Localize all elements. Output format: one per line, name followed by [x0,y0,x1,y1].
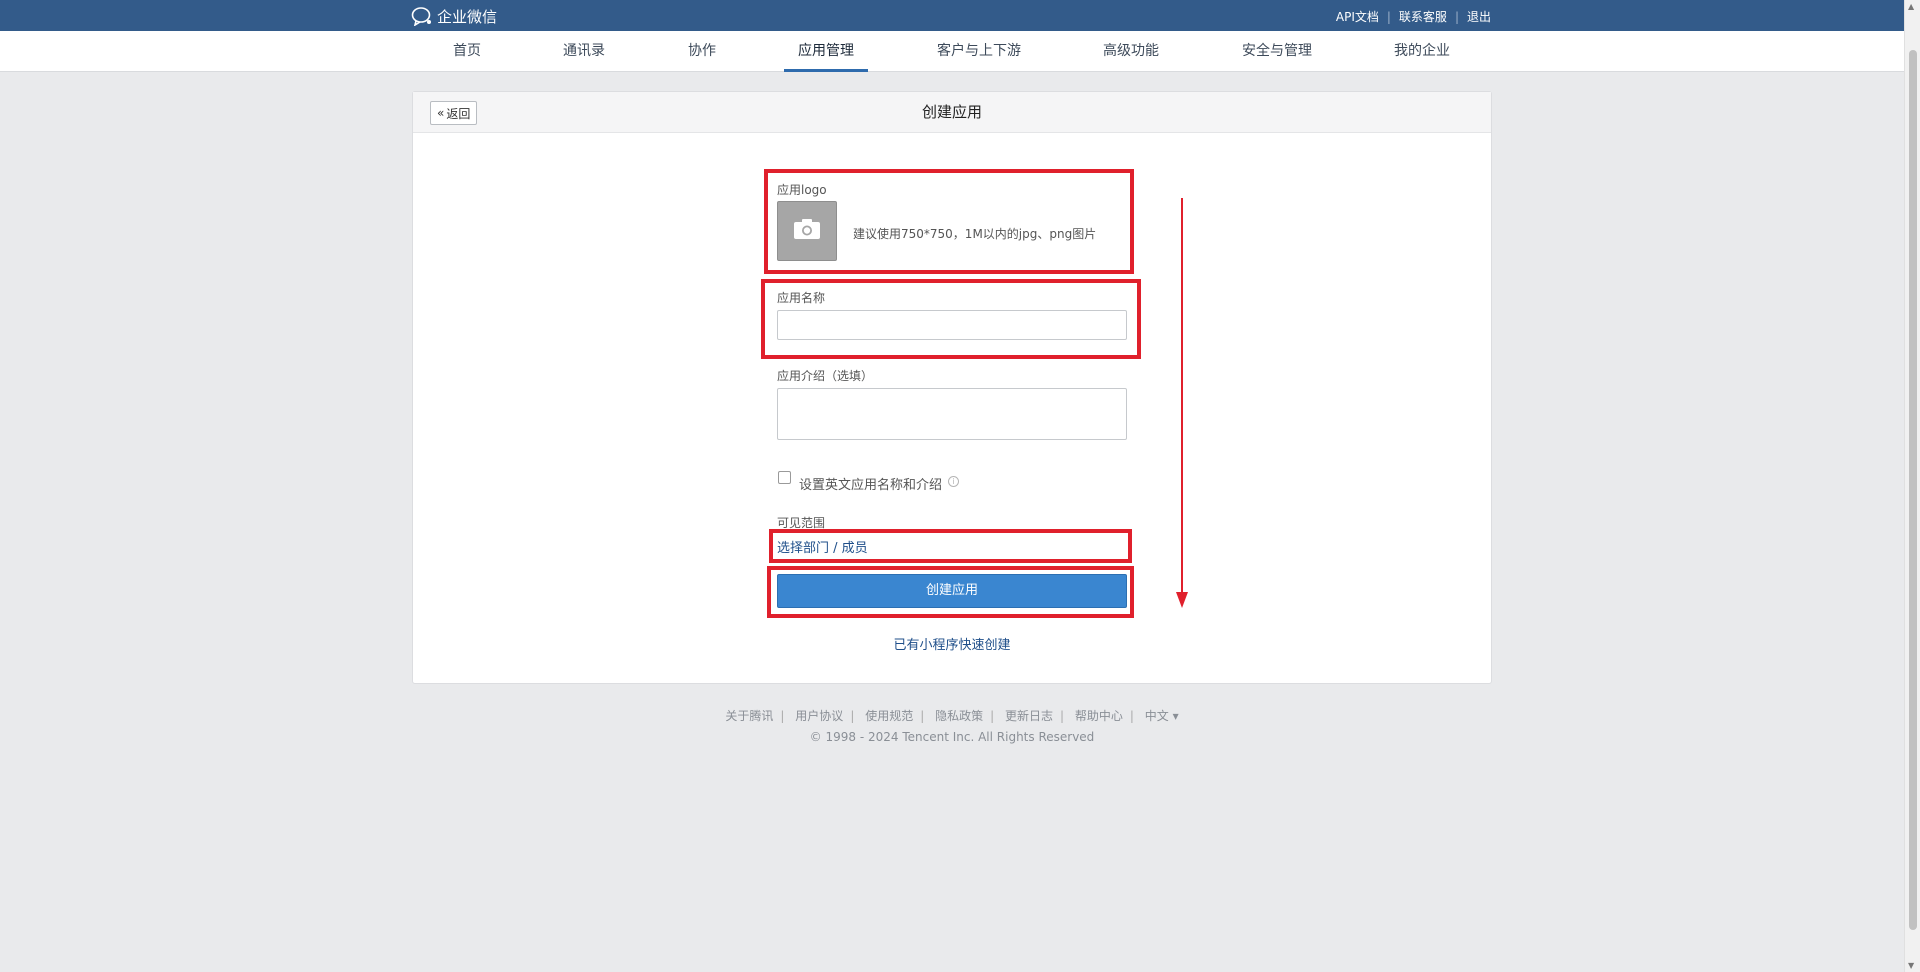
back-label: 返回 [446,106,471,121]
top-bar: 企业微信 API文档 | 联系客服 | 退出 [0,0,1904,31]
language-select[interactable]: 中文 ▾ [1145,709,1179,723]
divider: | [1129,709,1134,723]
scrollbar-thumb[interactable] [1909,50,1917,930]
main-nav: 首页 通讯录 协作 应用管理 客户与上下游 高级功能 安全与管理 我的企业 [0,31,1904,72]
divider: | [850,709,855,723]
page-title: 创建应用 [921,103,982,121]
english-name-checkbox[interactable] [778,471,791,484]
app-intro-textarea[interactable] [777,388,1127,440]
miniprogram-create-link-row: 已有小程序快速创建 [0,634,1904,653]
divider: | [920,709,925,723]
double-chevron-left-icon: « [437,106,445,120]
scroll-down-icon[interactable]: ▼ [1908,961,1914,970]
footer-privacy[interactable]: 隐私政策 [935,709,983,723]
vertical-scrollbar[interactable]: ▲ ▼ [1904,0,1920,972]
back-button[interactable]: « 返回 [430,101,478,125]
english-name-label[interactable]: 设置英文应用名称和介绍 [799,474,942,493]
highlight-name [761,279,1141,359]
highlight-scope [769,529,1132,563]
nav-customers[interactable]: 客户与上下游 [937,31,1021,72]
logout-link[interactable]: 退出 [1467,8,1491,25]
nav-advanced[interactable]: 高级功能 [1103,31,1159,72]
footer-links: 关于腾讯 | 用户协议 | 使用规范 | 隐私政策 | 更新日志 | 帮助中心 | 中文 ▾ [0,707,1904,724]
footer-usage-rules[interactable]: 使用规范 [865,709,913,723]
nav-collaboration[interactable]: 协作 [688,31,716,72]
app-intro-label: 应用介绍（选填） [777,369,874,383]
wecom-logo-icon [411,6,433,26]
info-icon[interactable]: i [948,476,959,487]
scroll-up-icon[interactable]: ▲ [1908,2,1914,11]
footer-help[interactable]: 帮助中心 [1075,709,1123,723]
divider: | [1059,709,1065,723]
divider: | [1454,9,1459,24]
nav-security[interactable]: 安全与管理 [1242,31,1312,72]
nav-home[interactable]: 首页 [453,31,481,72]
divider: | [780,709,785,723]
card-header: 创建应用 « 返回 [413,92,1491,133]
nav-contacts[interactable]: 通讯录 [563,31,605,72]
brand-name: 企业微信 [437,7,498,26]
highlight-logo [764,169,1134,274]
footer-changelog[interactable]: 更新日志 [1005,709,1053,723]
top-links: API文档 | 联系客服 | 退出 [1336,8,1491,25]
brand-logo[interactable]: 企业微信 [411,5,497,27]
down-arrow-annotation [1176,198,1188,608]
footer-about[interactable]: 关于腾讯 [725,709,773,723]
api-docs-link[interactable]: API文档 [1336,8,1379,25]
nav-app-management[interactable]: 应用管理 [784,31,868,72]
divider: | [990,709,995,723]
contact-support-link[interactable]: 联系客服 [1399,8,1447,25]
nav-my-enterprise[interactable]: 我的企业 [1394,31,1450,72]
footer-user-agreement[interactable]: 用户协议 [795,709,843,723]
divider: | [1386,9,1391,24]
miniprogram-create-link[interactable]: 已有小程序快速创建 [893,634,1010,653]
highlight-submit [767,566,1134,618]
copyright: © 1998 - 2024 Tencent Inc. All Rights Re… [809,730,1095,744]
